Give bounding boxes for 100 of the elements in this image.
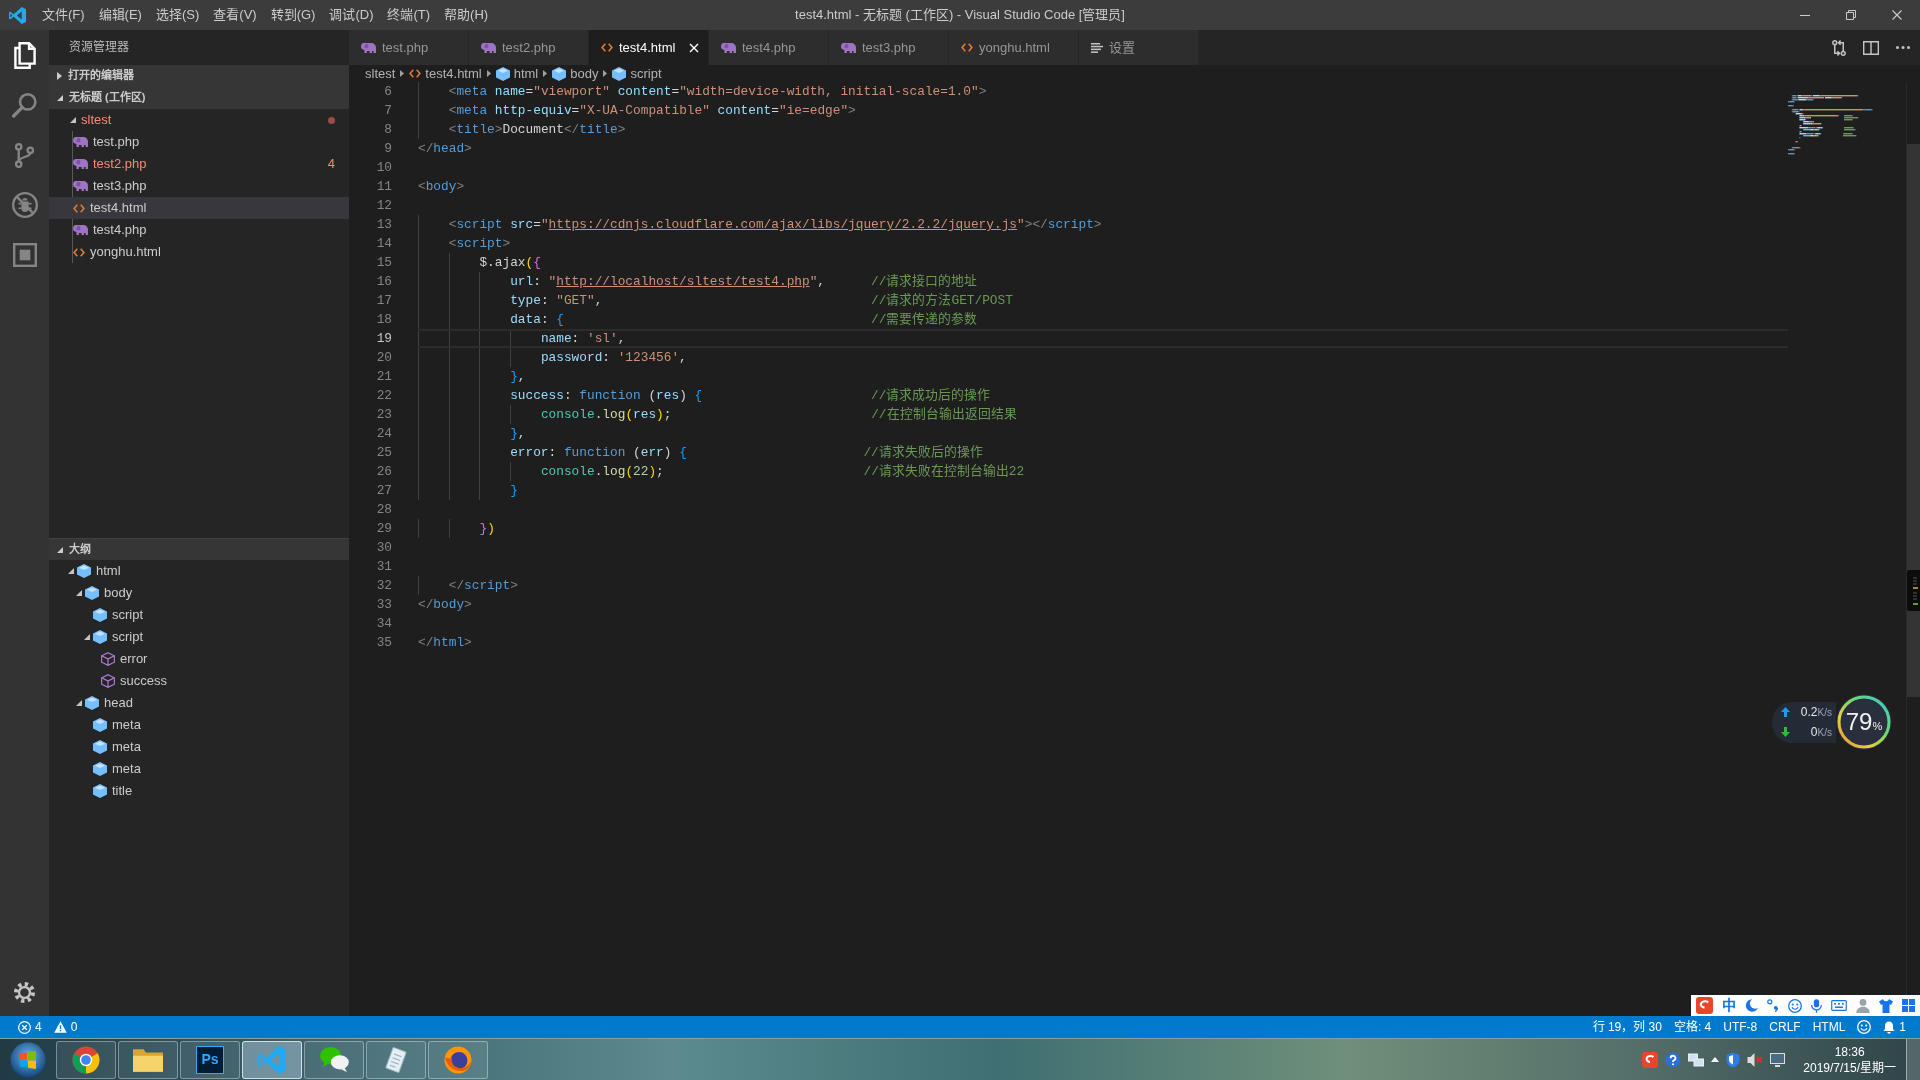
code-brackets-icon: [73, 203, 85, 213]
tree-item[interactable]: error: [49, 648, 349, 670]
status-item[interactable]: 行 19，列 30: [1586, 1016, 1668, 1038]
status-item[interactable]: CRLF: [1763, 1016, 1807, 1038]
menu-item[interactable]: 查看(V): [206, 0, 264, 30]
line-number: 19: [376, 331, 392, 346]
taskbar-button[interactable]: [242, 1040, 302, 1079]
taskbar-button[interactable]: [118, 1040, 178, 1079]
tree-item[interactable]: test3.php: [49, 175, 349, 197]
minimize-icon[interactable]: [1800, 14, 1810, 16]
editor-tab[interactable]: test4.php: [709, 30, 829, 65]
keyboard-icon[interactable]: [1831, 1000, 1848, 1011]
tree-item[interactable]: html: [49, 560, 349, 582]
tree-item[interactable]: test4.html: [49, 197, 349, 219]
tree-item[interactable]: test4.php: [49, 219, 349, 241]
person-icon[interactable]: [1856, 998, 1871, 1013]
squares-icon[interactable]: [12, 243, 37, 267]
punctuation-icon[interactable]: [1766, 999, 1779, 1012]
compare-arrows-icon[interactable]: [1832, 39, 1846, 56]
ellipsis-icon[interactable]: [1896, 46, 1910, 49]
swirl-tile-icon[interactable]: [1642, 1051, 1659, 1068]
editor-tab[interactable]: 设置: [1078, 30, 1199, 65]
breadcrumb-item[interactable]: test4.html: [409, 65, 482, 82]
help-icon[interactable]: [1665, 1051, 1682, 1068]
notification-count[interactable]: 1: [1877, 1016, 1912, 1038]
shield-icon[interactable]: [1726, 1051, 1741, 1068]
editor-tab[interactable]: test2.php: [469, 30, 589, 65]
branch-icon[interactable]: [15, 142, 34, 168]
code-line: }): [479, 520, 495, 538]
elephant-icon: [73, 137, 88, 147]
editor-tab[interactable]: test3.php: [829, 30, 949, 65]
code-link[interactable]: http://localhost/sltest/test4.php: [556, 274, 810, 289]
menu-item[interactable]: 帮助(H): [437, 0, 496, 30]
bug-icon[interactable]: [11, 192, 38, 218]
menu-item[interactable]: 转到(G): [263, 0, 323, 30]
caret-up-icon[interactable]: [1711, 1057, 1720, 1062]
breadcrumb-item[interactable]: script: [612, 65, 662, 82]
code-link[interactable]: https://cdnjs.cloudflare.com/ajax/libs/jquery/2.2.2/jquery.js: [548, 217, 1018, 232]
code-line: </body>: [418, 596, 472, 614]
indent-guide: [510, 348, 512, 367]
scrollbar-thumb[interactable]: [1907, 144, 1920, 697]
network-icon[interactable]: [1688, 1052, 1705, 1067]
settings-icon[interactable]: [14, 981, 35, 1003]
section-header[interactable]: 大纲: [49, 538, 349, 560]
tree-item[interactable]: sltest: [49, 109, 349, 131]
status-item[interactable]: 空格: 4: [1667, 1016, 1718, 1038]
tree-item[interactable]: title: [49, 780, 349, 802]
taskbar-button[interactable]: Ps: [180, 1040, 240, 1079]
tree-item[interactable]: test2.php 4: [49, 153, 349, 175]
taskbar-button[interactable]: [304, 1040, 364, 1079]
tree-item[interactable]: script: [49, 626, 349, 648]
tree-item[interactable]: meta: [49, 736, 349, 758]
breadcrumb-item[interactable]: html: [495, 65, 539, 82]
menu-item[interactable]: 调试(D): [322, 0, 381, 30]
search-icon[interactable]: [12, 92, 37, 118]
documents-icon[interactable]: [13, 41, 36, 69]
status-item[interactable]: HTML: [1806, 1016, 1852, 1038]
smiley-icon[interactable]: [1787, 998, 1802, 1013]
taskbar-button[interactable]: [428, 1040, 488, 1079]
status-item[interactable]: UTF-8: [1717, 1016, 1764, 1038]
tree-item[interactable]: body: [49, 582, 349, 604]
tree-item[interactable]: yonghu.html: [49, 241, 349, 263]
grid-icon[interactable]: [1902, 999, 1916, 1012]
tree-item[interactable]: success: [49, 670, 349, 692]
muted-speaker-icon[interactable]: [1747, 1052, 1764, 1067]
editor-tab[interactable]: yonghu.html: [949, 30, 1079, 65]
menu-item[interactable]: 选择(S): [148, 0, 207, 30]
close-icon[interactable]: [1892, 10, 1902, 20]
clock-time[interactable]: 18:36: [1834, 1043, 1865, 1060]
tricolor-circle-icon: [72, 1045, 100, 1074]
swirl-tile-icon[interactable]: [1695, 997, 1713, 1014]
menu-item[interactable]: 终端(T): [380, 0, 438, 30]
section-header[interactable]: 打开的编辑器: [49, 65, 349, 87]
clock-date[interactable]: 2019/7/15/星期一: [1803, 1059, 1896, 1076]
restore-icon[interactable]: [1846, 10, 1856, 20]
menu-item[interactable]: 编辑(E): [91, 0, 149, 30]
editor-tab[interactable]: test4.html: [589, 30, 709, 65]
taskbar-button[interactable]: [56, 1040, 116, 1079]
section-header[interactable]: 无标题 (工作区): [49, 87, 349, 109]
breadcrumb-item[interactable]: sltest: [365, 65, 396, 82]
shirt-icon[interactable]: [1879, 998, 1894, 1013]
menu-item[interactable]: 文件(F): [35, 0, 92, 30]
monitor-icon[interactable]: [1770, 1052, 1786, 1067]
tree-item[interactable]: script: [49, 604, 349, 626]
tree-item[interactable]: meta: [49, 714, 349, 736]
indent-guide: [418, 576, 419, 595]
tree-item[interactable]: head: [49, 692, 349, 714]
editor-tab[interactable]: test.php: [349, 30, 469, 65]
taskbar-button[interactable]: [366, 1040, 426, 1079]
breadcrumb-item[interactable]: body: [552, 65, 599, 82]
error-count[interactable]: 4: [12, 1016, 48, 1038]
columns-icon[interactable]: [1863, 40, 1879, 55]
moon-icon[interactable]: [1744, 999, 1758, 1012]
show-desktop-button[interactable]: [1906, 1038, 1920, 1080]
tree-item[interactable]: meta: [49, 758, 349, 780]
warning-count[interactable]: 0: [47, 1016, 84, 1038]
microphone-icon[interactable]: [1811, 998, 1822, 1013]
ime-mode[interactable]: 中: [1721, 997, 1736, 1014]
tree-item[interactable]: test.php: [49, 131, 349, 153]
orb-logo-icon[interactable]: [10, 1041, 46, 1078]
